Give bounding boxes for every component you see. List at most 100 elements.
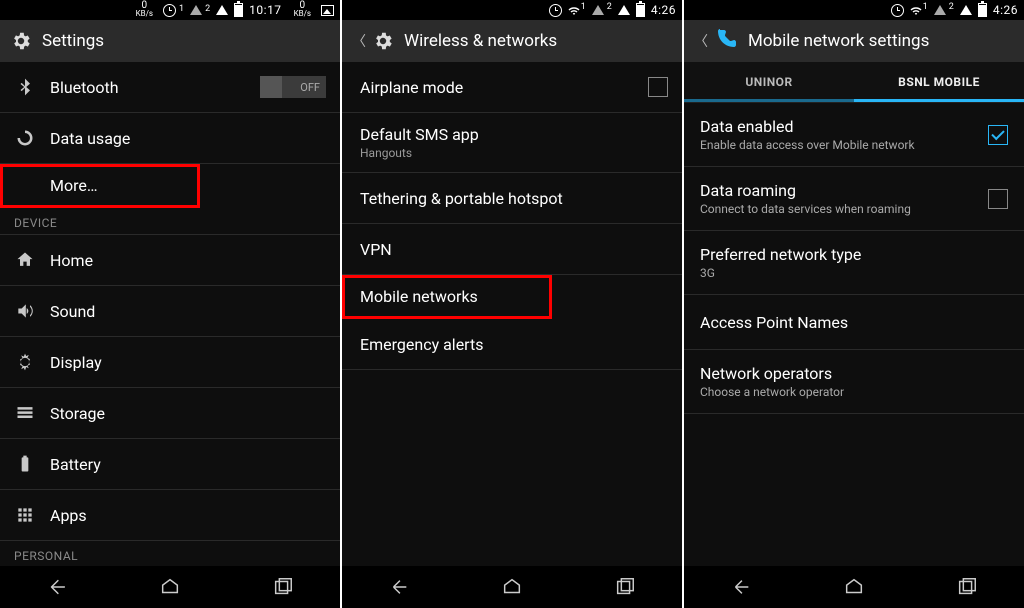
airplane-checkbox[interactable]: [648, 77, 668, 97]
row-bluetooth[interactable]: Bluetooth OFF: [0, 62, 340, 113]
battery-icon: [234, 3, 243, 17]
row-data-roaming[interactable]: Data roaming Connect to data services wh…: [684, 167, 1024, 231]
recent-button[interactable]: [611, 573, 639, 601]
row-display[interactable]: Display: [0, 337, 340, 388]
roaming-checkbox[interactable]: [988, 189, 1008, 209]
bluetooth-label: Bluetooth: [50, 78, 119, 97]
sim-tabs: UNINOR BSNL MOBILE: [684, 62, 1024, 103]
sim2-label: 2: [208, 4, 210, 17]
settings-list[interactable]: Bluetooth OFF Data usage More… DEVICE Ho…: [0, 62, 340, 566]
page-title: Wireless & networks: [404, 31, 557, 51]
display-label: Display: [50, 353, 102, 372]
row-default-sms[interactable]: Default SMS app Hangouts: [342, 113, 682, 173]
battery-row-icon: [14, 453, 36, 475]
row-more[interactable]: More…: [0, 164, 200, 208]
sound-label: Sound: [50, 302, 95, 321]
battery-icon: [978, 3, 987, 17]
alarm-icon: [891, 4, 904, 17]
sim1-label: 1: [182, 4, 184, 17]
clock: 4:26: [651, 3, 676, 17]
status-bar: 1 2 4:26: [684, 0, 1024, 20]
sms-sublabel: Hangouts: [360, 146, 668, 160]
action-bar: 〈 Mobile network settings: [684, 20, 1024, 62]
status-bar: 1 2 4:26: [342, 0, 682, 20]
signal-2-icon: [216, 5, 228, 15]
data-enabled-checkbox[interactable]: [988, 125, 1008, 145]
home-button[interactable]: [498, 573, 526, 601]
triple-screenshot: 0KB/s 1 2 10:17 0KB/s Settings Bluetooth…: [0, 0, 1024, 608]
action-bar: Settings: [0, 20, 340, 62]
pref-label: Preferred network type: [700, 245, 1008, 264]
sim1-label: 1: [581, 2, 586, 12]
battery-icon: [636, 3, 645, 17]
back-button[interactable]: [385, 573, 413, 601]
row-data-usage[interactable]: Data usage: [0, 113, 340, 164]
signal-2-icon: [960, 5, 972, 15]
back-caret-icon[interactable]: 〈: [694, 31, 708, 51]
data-usage-label: Data usage: [50, 129, 130, 148]
row-tethering[interactable]: Tethering & portable hotspot: [342, 173, 682, 224]
sms-label: Default SMS app: [360, 125, 668, 144]
storage-label: Storage: [50, 404, 105, 423]
apps-label: Apps: [50, 506, 87, 525]
wireless-list[interactable]: Airplane mode Default SMS app Hangouts T…: [342, 62, 682, 566]
back-caret-icon[interactable]: 〈: [352, 31, 366, 51]
phone-icon[interactable]: [714, 27, 738, 55]
status-bar: 0KB/s 1 2 10:17 0KB/s: [0, 0, 340, 20]
home-button[interactable]: [156, 573, 184, 601]
row-apps[interactable]: Apps: [0, 490, 340, 541]
row-vpn[interactable]: VPN: [342, 224, 682, 275]
ops-label: Network operators: [700, 364, 1008, 383]
row-airplane[interactable]: Airplane mode: [342, 62, 682, 113]
row-sound[interactable]: Sound: [0, 286, 340, 337]
apn-label: Access Point Names: [700, 313, 848, 332]
sim2-label: 2: [949, 2, 954, 12]
roaming-sub: Connect to data services when roaming: [700, 202, 974, 216]
network-speed-2: 0KB/s: [294, 2, 311, 18]
bluetooth-icon: [14, 76, 36, 98]
back-button[interactable]: [727, 573, 755, 601]
clock: 10:17: [249, 3, 281, 17]
signal-1-icon: [190, 5, 202, 15]
alarm-icon: [163, 4, 176, 17]
apps-icon: [14, 504, 36, 526]
row-home[interactable]: Home: [0, 235, 340, 286]
row-emergency-alerts[interactable]: Emergency alerts: [342, 319, 682, 370]
back-button[interactable]: [43, 573, 71, 601]
mobile-settings-list[interactable]: Data enabled Enable data access over Mob…: [684, 103, 1024, 566]
category-device: DEVICE: [0, 208, 340, 235]
nav-bar: [342, 566, 682, 608]
recent-button[interactable]: [269, 573, 297, 601]
nav-bar: [684, 566, 1024, 608]
settings-icon[interactable]: [372, 30, 394, 52]
tab-bsnl[interactable]: BSNL MOBILE: [854, 62, 1024, 102]
data-enabled-label: Data enabled: [700, 117, 974, 136]
tab-uninor[interactable]: UNINOR: [684, 62, 854, 102]
storage-icon: [14, 402, 36, 424]
battery-label: Battery: [50, 455, 101, 474]
page-title: Mobile network settings: [748, 31, 929, 51]
category-personal: PERSONAL: [0, 541, 340, 566]
alerts-label: Emergency alerts: [360, 335, 483, 354]
ops-sub: Choose a network operator: [700, 385, 1008, 399]
row-apn[interactable]: Access Point Names: [684, 295, 1024, 350]
bluetooth-toggle[interactable]: OFF: [260, 76, 326, 98]
pane-mobile-network-settings: 1 2 4:26 〈 Mobile network settings UNINO…: [684, 0, 1024, 608]
roaming-label: Data roaming: [700, 181, 974, 200]
wifi-icon: [910, 5, 920, 15]
clock: 4:26: [993, 3, 1018, 17]
pref-sub: 3G: [700, 266, 1008, 280]
row-mobile-networks[interactable]: Mobile networks: [342, 275, 552, 319]
row-data-enabled[interactable]: Data enabled Enable data access over Mob…: [684, 103, 1024, 167]
signal-1-icon: [934, 5, 946, 15]
home-button[interactable]: [840, 573, 868, 601]
page-title: Settings: [42, 31, 104, 51]
data-usage-icon: [14, 127, 36, 149]
recent-button[interactable]: [953, 573, 981, 601]
sound-icon: [14, 300, 36, 322]
row-network-operators[interactable]: Network operators Choose a network opera…: [684, 350, 1024, 414]
row-preferred-network[interactable]: Preferred network type 3G: [684, 231, 1024, 295]
pane-wireless: 1 2 4:26 〈 Wireless & networks Airplane …: [342, 0, 684, 608]
row-battery[interactable]: Battery: [0, 439, 340, 490]
row-storage[interactable]: Storage: [0, 388, 340, 439]
